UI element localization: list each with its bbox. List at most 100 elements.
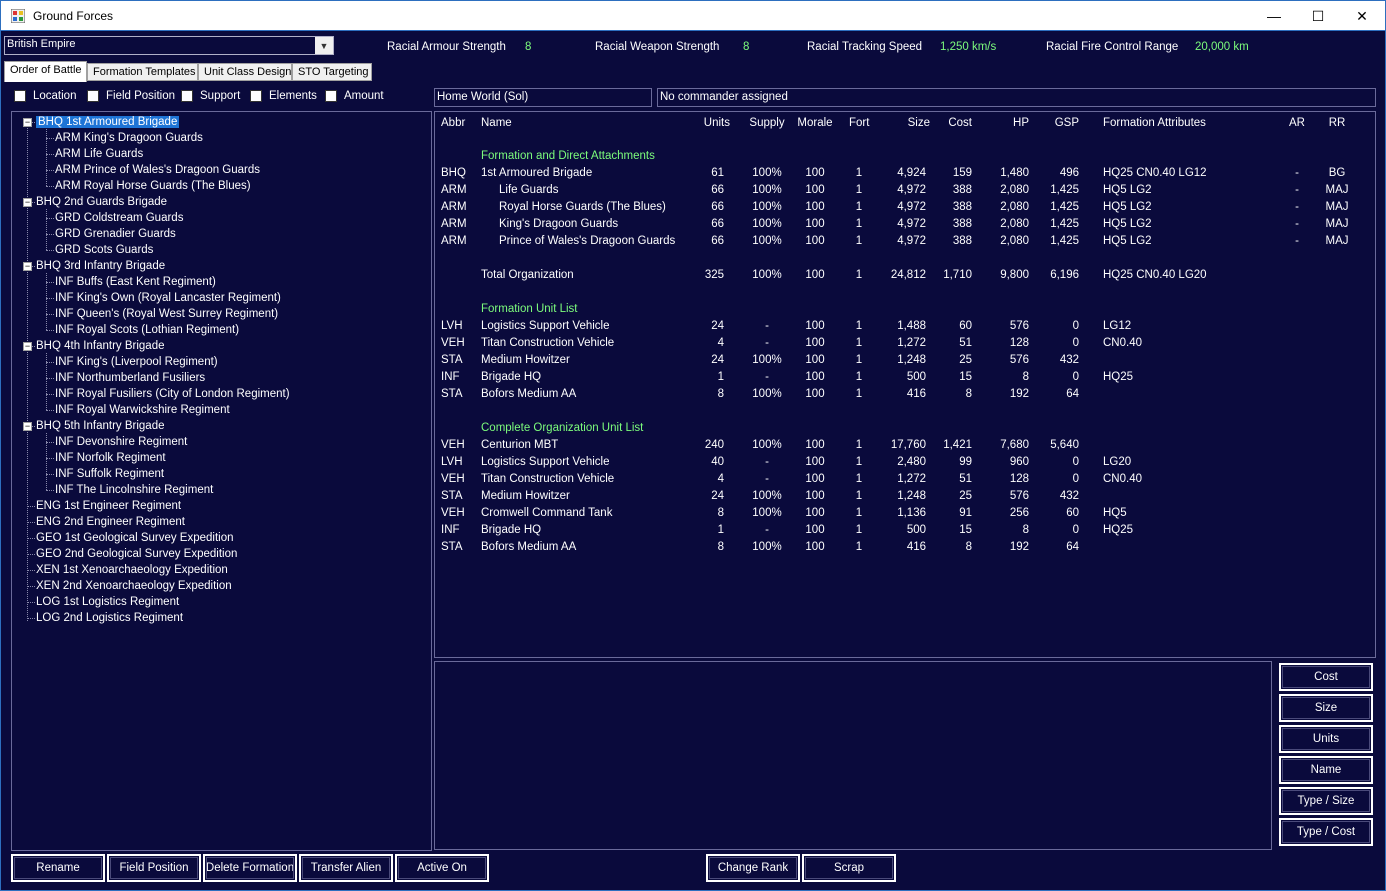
tree-item-label: LOG 2nd Logistics Regiment	[36, 612, 184, 624]
column-header[interactable]: RR	[1321, 117, 1353, 129]
filter-amount[interactable]: Amount	[325, 90, 384, 102]
collapse-icon[interactable]: −	[23, 262, 32, 271]
checkbox-icon[interactable]	[87, 90, 99, 102]
column-header[interactable]: Cost	[935, 117, 972, 129]
column-header[interactable]: Size	[890, 117, 930, 129]
sort-button[interactable]: Units	[1279, 725, 1373, 753]
column-header[interactable]: Formation Attributes	[1103, 117, 1223, 129]
column-header[interactable]: Units	[690, 117, 730, 129]
cell-name: Brigade HQ	[481, 524, 542, 536]
checkbox-icon[interactable]	[250, 90, 262, 102]
tree-subformation[interactable]: GRD Grenadier Guards	[55, 227, 176, 241]
tab-order-of-battle[interactable]: Order of Battle	[4, 61, 87, 82]
tab-sto-targeting[interactable]: STO Targeting	[292, 63, 372, 81]
tree-formation[interactable]: BHQ 2nd Guards Brigade	[36, 195, 167, 209]
column-header[interactable]: Fort	[849, 117, 869, 129]
tree-subformation[interactable]: ARM King's Dragoon Guards	[55, 131, 203, 145]
tree-subformation[interactable]: INF King's Own (Royal Lancaster Regiment…	[55, 291, 281, 305]
tree-formation[interactable]: BHQ 4th Infantry Brigade	[36, 339, 164, 353]
empire-select[interactable]: British Empire ▼	[4, 36, 334, 55]
tree-subformation[interactable]: INF Devonshire Regiment	[55, 435, 187, 449]
cell-size: 1,488	[897, 320, 926, 332]
tree-formation[interactable]: XEN 1st Xenoarchaeology Expedition	[36, 563, 228, 577]
column-header[interactable]: Supply	[745, 117, 789, 129]
tree-formation[interactable]: GEO 1st Geological Survey Expedition	[36, 531, 234, 545]
action-button[interactable]: Change Rank	[706, 854, 800, 882]
tree-formation[interactable]: BHQ 1st Armoured Brigade	[36, 115, 180, 129]
tree-subformation[interactable]: INF Queen's (Royal West Surrey Regiment)	[55, 307, 278, 321]
tree-subformation[interactable]: GRD Scots Guards	[55, 243, 153, 257]
filter-location[interactable]: Location	[14, 90, 76, 102]
cell-morale: 100	[805, 439, 825, 451]
cell-name: Titan Construction Vehicle	[481, 337, 615, 349]
tree-connector	[46, 154, 54, 155]
column-header[interactable]: Abbr	[441, 117, 481, 129]
tree-subformation[interactable]: GRD Coldstream Guards	[55, 211, 183, 225]
cell-hp: 192	[1009, 541, 1029, 553]
formation-grid[interactable]: Abbr Name Units Supply Morale Fort Size Cost HP G…	[434, 111, 1376, 658]
column-header[interactable]: HP	[985, 117, 1029, 129]
action-button[interactable]: Transfer Alien	[299, 854, 393, 882]
sort-button[interactable]: Type / Cost	[1279, 818, 1373, 846]
action-button[interactable]: Active On	[395, 854, 489, 882]
tree-subformation[interactable]: INF Northumberland Fusiliers	[55, 371, 205, 385]
cell-attr: HQ5	[1103, 507, 1127, 519]
tree-subformation[interactable]: INF Royal Scots (Lothian Regiment)	[55, 323, 239, 337]
tree-subformation[interactable]: INF King's (Liverpool Regiment)	[55, 355, 218, 369]
collapse-icon[interactable]: −	[23, 118, 32, 127]
tree-subformation[interactable]: INF Royal Fusiliers (City of London Regi…	[55, 387, 290, 401]
column-header[interactable]: AR	[1285, 117, 1309, 129]
filter-support[interactable]: Support	[181, 90, 240, 102]
tree-subformation[interactable]: INF The Lincolnshire Regiment	[55, 483, 213, 497]
tree-formation[interactable]: XEN 2nd Xenoarchaeology Expedition	[36, 579, 232, 593]
tree-formation[interactable]: BHQ 5th Infantry Brigade	[36, 419, 164, 433]
collapse-icon[interactable]: −	[23, 422, 32, 431]
close-button[interactable]: ✕	[1339, 1, 1385, 31]
tree-formation[interactable]: LOG 2nd Logistics Regiment	[36, 611, 183, 625]
column-header[interactable]: Name	[481, 117, 581, 129]
chevron-down-icon[interactable]: ▼	[315, 37, 333, 54]
tree-connector	[27, 554, 35, 555]
sort-button[interactable]: Type / Size	[1279, 787, 1373, 815]
minimize-button[interactable]: —	[1251, 1, 1297, 31]
column-header[interactable]: Morale	[795, 117, 835, 129]
tree-subformation[interactable]: ARM Royal Horse Guards (The Blues)	[55, 179, 251, 193]
tree-subformation[interactable]: INF Norfolk Regiment	[55, 451, 166, 465]
cell-supply: -	[765, 337, 769, 349]
action-button[interactable]: Delete Formation	[203, 854, 297, 882]
tab-formation-templates[interactable]: Formation Templates	[87, 63, 198, 81]
sort-button[interactable]: Name	[1279, 756, 1373, 784]
column-header[interactable]: GSP	[1035, 117, 1079, 129]
cell-hp: 576	[1009, 320, 1029, 332]
action-button[interactable]: Rename	[11, 854, 105, 882]
tree-formation[interactable]: ENG 2nd Engineer Regiment	[36, 515, 185, 529]
collapse-icon[interactable]: −	[23, 342, 32, 351]
tree-subformation[interactable]: ARM Life Guards	[55, 147, 143, 161]
tree-formation[interactable]: GEO 2nd Geological Survey Expedition	[36, 547, 237, 561]
tree-subformation[interactable]: INF Buffs (East Kent Regiment)	[55, 275, 216, 289]
cell-cost: 388	[952, 235, 972, 247]
tree-formation[interactable]: ENG 1st Engineer Regiment	[36, 499, 181, 513]
maximize-button[interactable]: ☐	[1295, 1, 1341, 31]
action-button[interactable]: Scrap	[802, 854, 896, 882]
action-button[interactable]: Field Position	[107, 854, 201, 882]
checkbox-icon[interactable]	[325, 90, 337, 102]
filter-elements[interactable]: Elements	[250, 90, 317, 102]
cell-morale: 100	[805, 320, 825, 332]
filter-field-position[interactable]: Field Position	[87, 90, 175, 102]
tree-subformation[interactable]: ARM Prince of Wales's Dragoon Guards	[55, 163, 260, 177]
tree-formation[interactable]: LOG 1st Logistics Regiment	[36, 595, 179, 609]
sort-button[interactable]: Size	[1279, 694, 1373, 722]
tab-unit-class-design[interactable]: Unit Class Design	[198, 63, 292, 81]
checkbox-icon[interactable]	[181, 90, 193, 102]
racial-weapon-value: 8	[743, 41, 750, 53]
tree-subformation[interactable]: INF Royal Warwickshire Regiment	[55, 403, 230, 417]
cell-morale: 100	[805, 388, 825, 400]
formation-tree[interactable]: − BHQ 1st Armoured Brigade ARM King's Drag…	[11, 111, 432, 851]
checkbox-icon[interactable]	[14, 90, 26, 102]
tree-formation[interactable]: BHQ 3rd Infantry Brigade	[36, 259, 165, 273]
cell-abbr: STA	[441, 388, 463, 400]
sort-button[interactable]: Cost	[1279, 663, 1373, 691]
tree-subformation[interactable]: INF Suffolk Regiment	[55, 467, 164, 481]
collapse-icon[interactable]: −	[23, 198, 32, 207]
